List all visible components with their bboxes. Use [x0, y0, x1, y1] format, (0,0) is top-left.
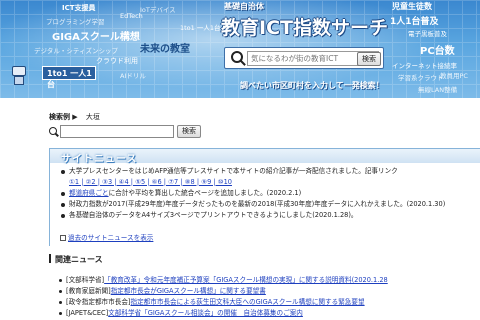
banner-tagline: 調べたい市区町村を入力して一発検索！	[240, 81, 384, 90]
related-news-item: [文部科学省]「教育改革」令和元年度補正予算案「GIGAスクール構想の実現」に関…	[59, 275, 480, 286]
past-news-link[interactable]: 過去のサイトニュースを表示	[68, 234, 153, 242]
site-news-header: サイトニュース	[50, 149, 480, 165]
site-news-panel: サイトニュース 大学プレスセンターをはじめAFP通信等プレスサイトで本サイトの紹…	[49, 148, 480, 246]
news-item: 各基礎自治体のデータをA4サイズ3ページでプリントアウトできるようにしました(2…	[60, 210, 480, 221]
robot-icon	[10, 66, 28, 86]
banner-word: 児童生徒数	[392, 2, 432, 11]
search-example-value[interactable]: 大垣	[86, 113, 100, 121]
site-news-list: 大学プレスセンターをはじめAFP通信等プレスサイトで本サイトの紹介記事が一斉配信…	[60, 166, 480, 221]
related-news-item: [教育家庭新聞]指定都市長会がGIGAスクール構想」に関する要望書	[59, 286, 480, 297]
prefecture-link[interactable]: 都道府県ごと	[69, 189, 109, 197]
banner-word: デジタル・シティズンシップ	[34, 47, 118, 55]
checkbox-icon	[60, 235, 66, 241]
search-example-label: 検索例	[49, 113, 70, 121]
site-news-title: サイトニュース	[61, 154, 138, 165]
heading-bar-icon	[49, 254, 51, 263]
related-news-item: [政令指定都市市長会]指定都市市長会による荻生田文科大臣へのGIGAスクール構想…	[59, 297, 480, 308]
banner-word: 1to1 一人1台	[180, 24, 221, 32]
header-banner: ICT支援員 EdTech プログラミング学習 IoTデバイス GIGAスクール…	[0, 0, 480, 98]
banner-word: GIGAスクール構想	[52, 32, 140, 43]
banner-word: 無線LAN整備	[418, 86, 458, 94]
news-item: 財政力指数が2017(平成29年度)年度データだったものを最新の2018(平成3…	[60, 199, 480, 210]
one-to-one-badge: 1to1 一人1台	[42, 66, 96, 89]
search-button[interactable]: 検索	[177, 125, 201, 138]
related-news-heading: 関連ニュース	[49, 254, 103, 265]
banner-word: プログラミング学習	[46, 18, 105, 26]
news-item-links: ①1 | ②2 | ③3 | ④4 | ⑤5 | ⑥6 | ⑦7 | ⑧8 | …	[60, 177, 480, 188]
past-news-link-row: 過去のサイトニュースを表示	[60, 232, 153, 242]
banner-word: AIドリル	[120, 72, 146, 80]
banner-word: 学習系クラウド	[398, 74, 444, 82]
article-links[interactable]: ①1 | ②2 | ③3 | ④4 | ⑤5 | ⑥6 | ⑦7 | ⑧8 | …	[69, 178, 232, 186]
news-item: 都道府県ごとに合計や平均を算出した統合ページを追加しました。(2020.2.1)	[60, 188, 480, 199]
banner-word: IoTデバイス	[140, 6, 176, 14]
search-input[interactable]	[60, 125, 174, 138]
banner-word: PC台数	[420, 46, 455, 57]
banner-word: 教員用PC	[440, 72, 468, 80]
search-example: 検索例 ▶ 大垣	[49, 112, 100, 122]
news-item: 大学プレスセンターをはじめAFP通信等プレスサイトで本サイトの紹介記事が一斉配信…	[60, 166, 480, 177]
banner-word: 電子黒板普及	[408, 30, 447, 38]
banner-word: 1人1台普及	[390, 17, 439, 27]
banner-word: クラウド利用	[96, 57, 138, 65]
one-to-one-label: 1to1 一人1台	[47, 69, 92, 89]
header-search-button[interactable]: 検索	[357, 52, 381, 66]
banner-kiso: 基礎自治体	[224, 2, 264, 11]
banner-word: ICT支援員	[62, 4, 96, 12]
related-news-list: [文部科学省]「教育改革」令和元年度補正予算案「GIGAスクール構想の実現」に関…	[59, 275, 480, 319]
play-icon: ▶	[72, 113, 78, 121]
related-news-item: [JAPET&CEC]文部科学省「GIGAスクール相談会」の開催 自治体募集のご…	[59, 308, 480, 319]
banner-word: インターネット接続率	[392, 62, 457, 70]
banner-word: 未来の教室	[140, 44, 190, 55]
site-title: 教育ICT指数サーチ	[221, 17, 388, 39]
